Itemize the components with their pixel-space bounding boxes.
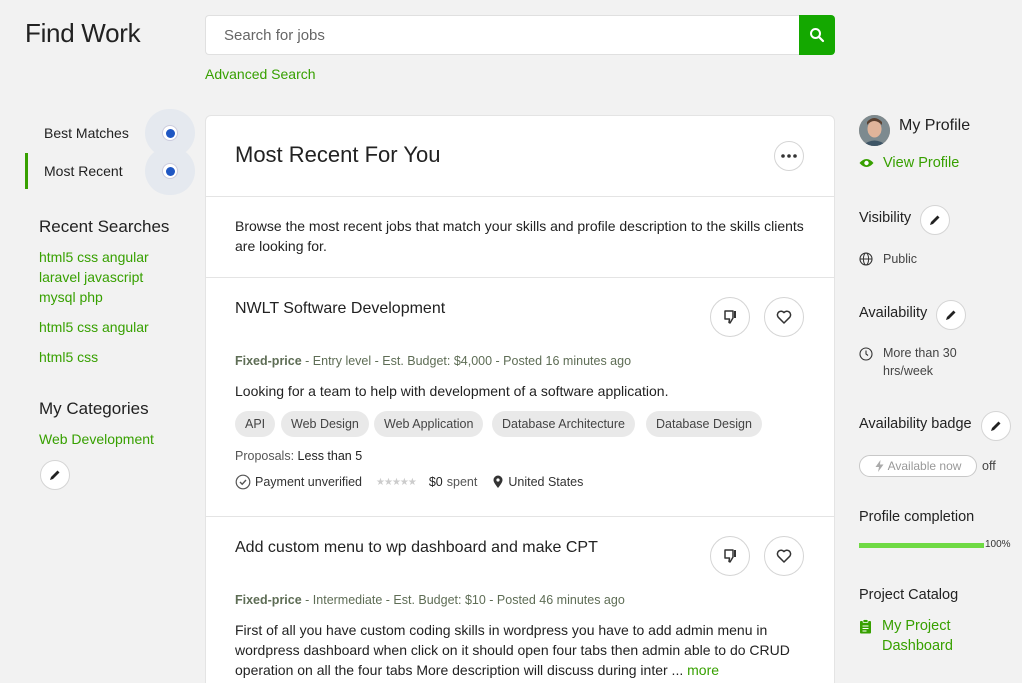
job-type: Fixed-price [235, 593, 302, 607]
payment-status: Payment unverified [255, 475, 363, 489]
search-button[interactable] [799, 15, 835, 55]
visibility-label: Visibility [859, 210, 912, 226]
skill-tag[interactable]: Database Design [646, 411, 762, 437]
location-pin-icon [493, 475, 503, 488]
project-dashboard-link[interactable]: My Project Dashboard [859, 616, 969, 656]
skill-tags: API Web Design Web Application Database … [235, 411, 835, 437]
job-meta: Fixed-price - Intermediate - Est. Budget… [235, 593, 625, 607]
thumbs-down-icon [724, 549, 736, 563]
visibility-value: Public [883, 252, 918, 266]
search-icon [810, 28, 825, 43]
pencil-icon [991, 421, 1001, 431]
category-link[interactable]: Web Development [39, 429, 189, 449]
clipboard-icon [860, 619, 871, 634]
nav-most-recent-label: Most Recent [44, 163, 123, 179]
edit-categories-button[interactable] [40, 460, 70, 490]
globe-icon [859, 252, 873, 266]
thumbs-down-icon [724, 310, 736, 324]
proposals-label: Proposals: [235, 449, 295, 463]
avatar-image [859, 115, 890, 146]
recent-search-link[interactable]: html5 css [39, 347, 189, 367]
heart-icon [776, 549, 792, 563]
availability-value-row: More than 30 hrs/week [859, 344, 984, 380]
job-description: First of all you have custom coding skil… [235, 620, 805, 680]
eye-icon [859, 159, 874, 167]
radio-icon [162, 163, 178, 179]
categories-heading: My Categories [39, 399, 149, 418]
spent-label: spent [446, 475, 478, 489]
nav-most-recent[interactable]: Most Recent [25, 147, 195, 195]
skill-tag[interactable]: Database Architecture [492, 411, 635, 437]
proposals-value: Less than 5 [297, 449, 363, 463]
edit-availability-button[interactable] [936, 300, 966, 330]
profile-completion-bar [859, 543, 984, 548]
profile-completion-label: Profile completion [859, 509, 975, 525]
profile-completion-value: 100% [985, 539, 1011, 550]
advanced-search-link[interactable]: Advanced Search [205, 66, 316, 82]
feed-intro: Browse the most recent jobs that match y… [235, 218, 804, 254]
project-catalog-label: Project Catalog [859, 587, 959, 603]
proposals: Proposals: Less than 5 [235, 449, 362, 463]
verified-badge-icon [235, 474, 251, 490]
my-profile-title: My Profile [899, 117, 971, 134]
job-meta-text: - Intermediate - Est. Budget: $10 - Post… [301, 593, 625, 607]
job-title[interactable]: NWLT Software Development [235, 300, 445, 318]
pencil-icon [946, 310, 956, 320]
skill-tag[interactable]: Web Application [374, 411, 484, 437]
client-info: Payment unverified ★★★★★ $0 spent United… [235, 474, 583, 490]
edit-visibility-button[interactable] [920, 205, 950, 235]
page-title: Find Work [25, 18, 141, 48]
avatar[interactable] [859, 115, 890, 146]
job-meta: Fixed-price - Entry level - Est. Budget:… [235, 354, 631, 368]
spent-value: $0 [428, 475, 443, 489]
search-input[interactable] [205, 15, 800, 55]
availability-label: Availability [859, 305, 928, 321]
divider [206, 196, 834, 197]
edit-availability-badge-button[interactable] [981, 411, 1011, 441]
recent-search-link[interactable]: html5 css angular laravel javascript mys… [39, 247, 164, 307]
nav-best-matches-label: Best Matches [44, 125, 129, 141]
ellipsis-icon [781, 154, 797, 158]
divider [206, 516, 834, 517]
available-now-label: Available now [887, 459, 962, 473]
radio-wrap [145, 147, 195, 195]
divider [206, 277, 834, 278]
available-now-toggle[interactable]: Available now [859, 455, 977, 477]
rating-stars: ★★★★★ [376, 476, 417, 488]
job-type: Fixed-price [235, 354, 302, 368]
lightning-icon [875, 460, 884, 472]
save-job-button[interactable] [764, 297, 804, 337]
view-profile-label: View Profile [883, 155, 960, 171]
job-meta-text: - Entry level - Est. Budget: $4,000 - Po… [301, 354, 632, 368]
recent-searches-heading: Recent Searches [39, 217, 170, 236]
skill-tag[interactable]: API [235, 411, 276, 437]
availability-value: More than 30 hrs/week [883, 346, 957, 378]
job-description: Looking for a team to help with developm… [235, 383, 669, 399]
more-options-button[interactable] [774, 141, 804, 171]
nav-best-matches[interactable]: Best Matches [25, 109, 195, 157]
pencil-icon [930, 215, 940, 225]
radio-icon [162, 125, 178, 141]
client-location: United States [508, 475, 584, 489]
feed-title: Most Recent For You [235, 142, 441, 167]
skill-tag[interactable]: Web Design [281, 411, 369, 437]
more-link[interactable]: more [687, 662, 719, 678]
job-title[interactable]: Add custom menu to wp dashboard and make… [235, 539, 598, 557]
save-job-button[interactable] [764, 536, 804, 576]
project-dashboard-label: My Project Dashboard [882, 618, 953, 654]
visibility-value-row: Public [859, 250, 917, 268]
profile-completion-fill [859, 543, 984, 548]
view-profile-link[interactable]: View Profile [859, 155, 959, 171]
badge-state: off [982, 459, 996, 473]
availability-badge-label: Availability badge [859, 416, 972, 432]
recent-search-link[interactable]: html5 css angular [39, 317, 189, 337]
clock-icon [859, 347, 873, 361]
pencil-icon [50, 470, 60, 480]
dislike-button[interactable] [710, 297, 750, 337]
heart-icon [776, 310, 792, 324]
dislike-button[interactable] [710, 536, 750, 576]
